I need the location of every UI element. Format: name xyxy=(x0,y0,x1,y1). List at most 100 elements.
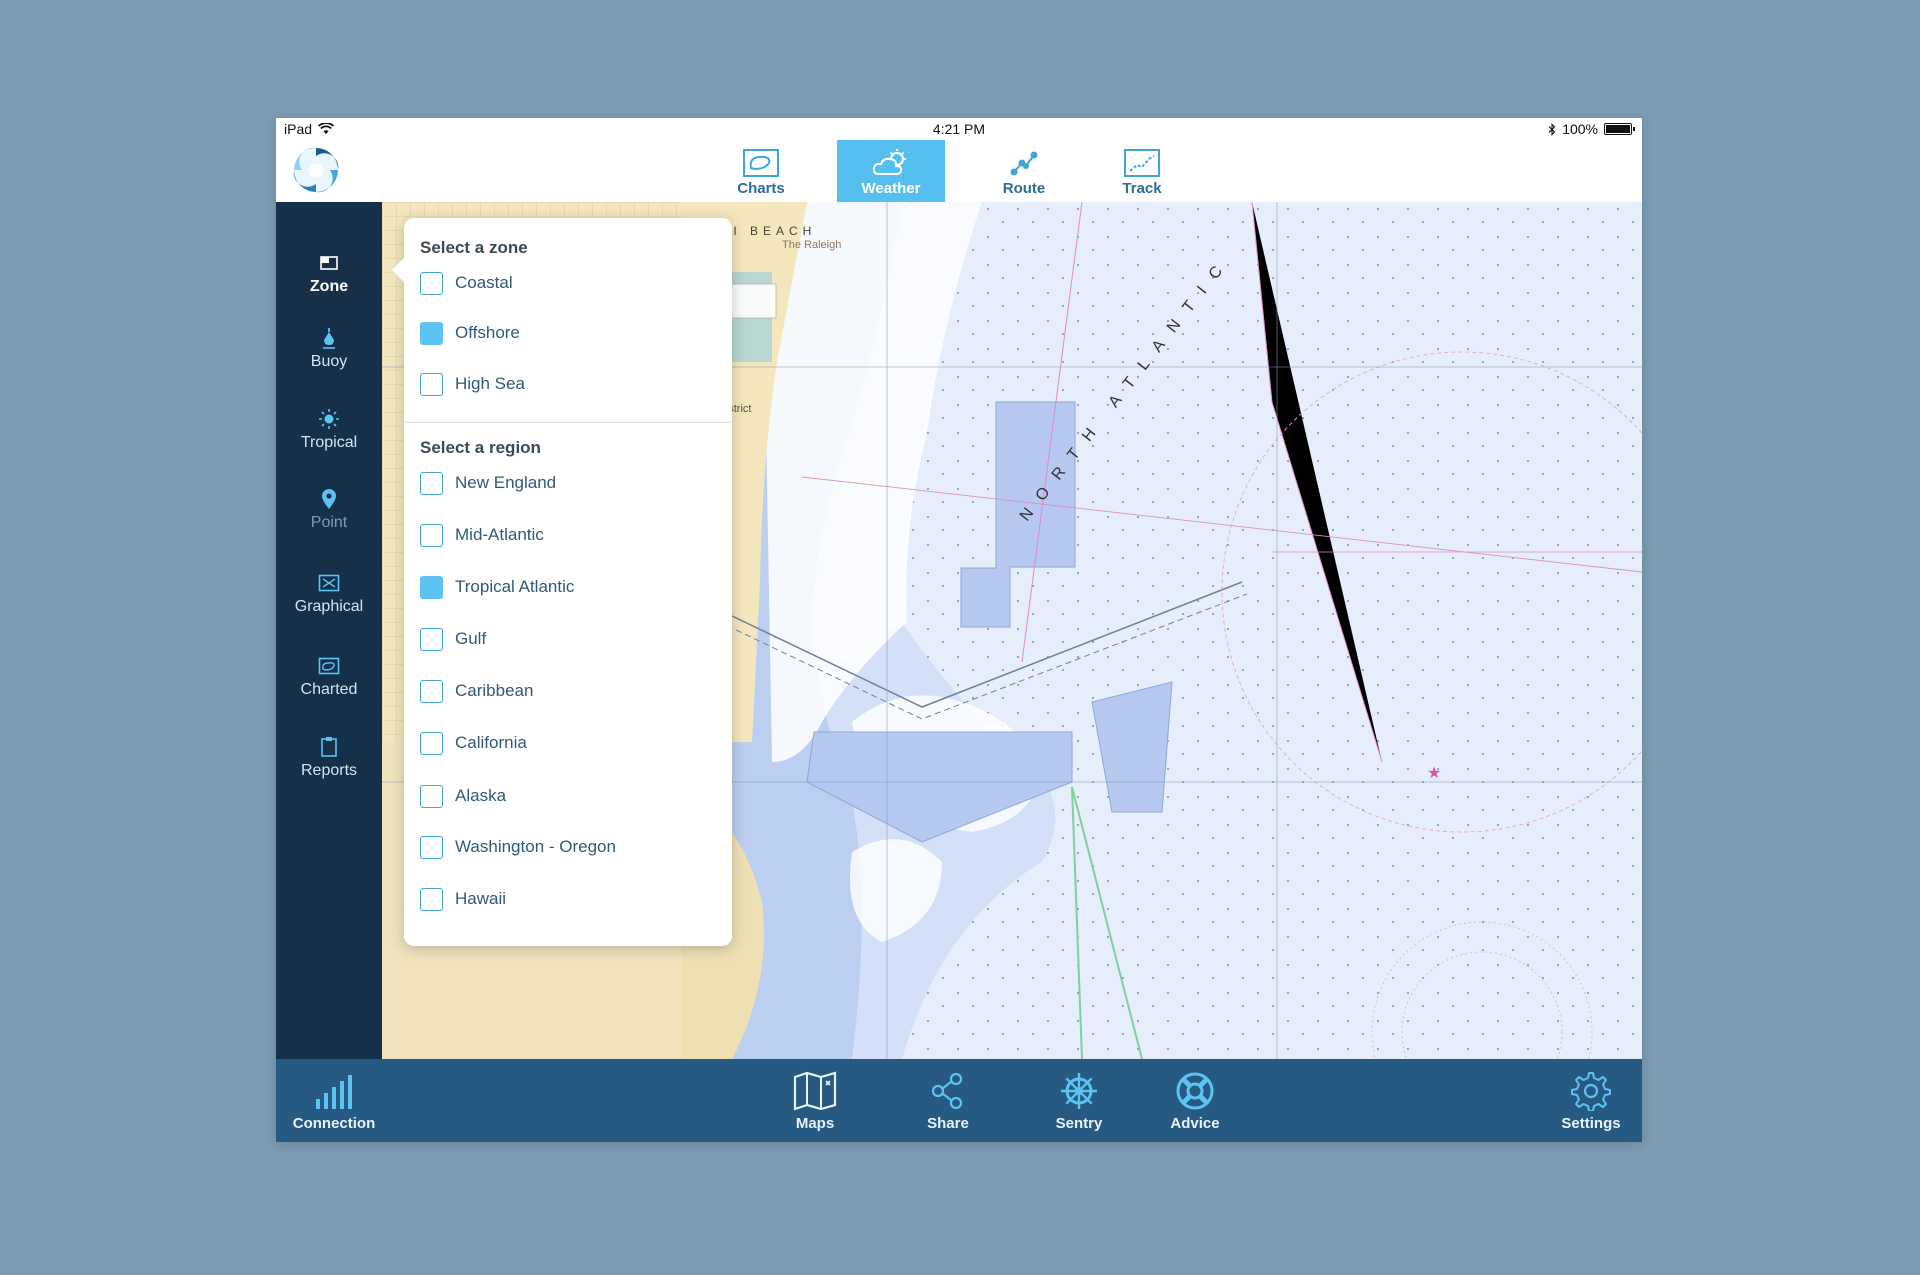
region-option-washington-oregon[interactable]: Washington - Oregon xyxy=(420,832,720,862)
maps-button[interactable]: Maps xyxy=(760,1059,870,1142)
maps-label: Maps xyxy=(795,1115,835,1132)
region-option-tropical-atlantic[interactable]: Tropical Atlantic xyxy=(420,572,720,602)
sidebar-label-charted: Charted xyxy=(300,681,358,698)
share-label: Share xyxy=(927,1115,969,1132)
option-label: Caribbean xyxy=(455,681,534,700)
checkbox[interactable] xyxy=(420,471,443,495)
sidebar-label-graphical: Graphical xyxy=(294,598,364,615)
ipad-screen: iPad 4:21 PM 100% Charts Weather Route T… xyxy=(276,118,1642,1142)
app-logo xyxy=(293,147,339,193)
advice-label: Advice xyxy=(1170,1115,1220,1132)
tab-route[interactable]: Route xyxy=(970,140,1078,202)
sentry-button[interactable]: Sentry xyxy=(1024,1059,1134,1142)
zone-region-dropdown: Select a zone Coastal Offshore High Sea … xyxy=(392,218,732,946)
route-icon xyxy=(1010,151,1038,176)
checkbox[interactable] xyxy=(420,679,443,703)
graphical-icon xyxy=(318,574,340,592)
charted-icon xyxy=(318,657,340,675)
clipboard-icon xyxy=(321,737,337,757)
zone-option-coastal[interactable]: Coastal xyxy=(420,268,720,298)
option-label: California xyxy=(455,733,527,752)
app-header: Charts Weather Route Track xyxy=(276,140,1642,202)
bottom-toolbar: Connection Maps Share Sentry Advice Sett… xyxy=(276,1059,1642,1142)
option-label: Tropical Atlantic xyxy=(455,577,575,596)
tab-route-label: Route xyxy=(1002,180,1046,197)
region-option-mid-atlantic[interactable]: Mid-Atlantic xyxy=(420,520,720,550)
battery-percent: 100% xyxy=(1562,121,1598,137)
checkbox[interactable] xyxy=(420,271,443,295)
folded-map-icon xyxy=(793,1071,837,1111)
checkbox[interactable] xyxy=(420,372,443,396)
sidebar-item-graphical[interactable]: Graphical xyxy=(276,572,382,642)
tab-weather-label: Weather xyxy=(861,180,921,197)
lifebuoy-icon xyxy=(1176,1072,1214,1110)
sidebar-label-reports: Reports xyxy=(300,762,358,779)
sidebar-item-tropical[interactable]: Tropical xyxy=(276,408,382,478)
map-label-raleigh: The Raleigh xyxy=(782,239,841,251)
zone-option-high-sea[interactable]: High Sea xyxy=(420,369,720,399)
region-option-alaska[interactable]: Alaska xyxy=(420,781,720,811)
tab-weather[interactable]: Weather xyxy=(837,140,945,202)
share-icon xyxy=(931,1072,963,1110)
sidebar-label-point: Point xyxy=(310,514,348,531)
weather-icon xyxy=(872,149,906,175)
sidebar-label-tropical: Tropical xyxy=(300,434,358,451)
battery-icon xyxy=(1604,123,1635,135)
settings-button[interactable]: Settings xyxy=(1536,1059,1642,1142)
buoy-icon xyxy=(323,328,335,349)
checkbox-checked[interactable] xyxy=(420,321,443,345)
track-icon xyxy=(1124,149,1160,177)
option-label: High Sea xyxy=(455,374,525,393)
option-label: Washington - Oregon xyxy=(455,837,616,856)
map-star-icon: ★ xyxy=(1427,765,1441,782)
tab-charts[interactable]: Charts xyxy=(707,140,815,202)
tab-track-label: Track xyxy=(1122,180,1162,197)
bluetooth-icon xyxy=(1548,122,1556,136)
sidebar-item-zone[interactable]: Zone xyxy=(276,252,382,322)
option-label: Coastal xyxy=(455,273,513,292)
checkbox[interactable] xyxy=(420,835,443,859)
sidebar-item-point[interactable]: Point xyxy=(276,488,382,558)
zone-icon xyxy=(320,256,338,270)
sidebar-item-charted[interactable]: Charted xyxy=(276,655,382,725)
region-option-hawaii[interactable]: Hawaii xyxy=(420,884,720,914)
gear-icon xyxy=(1571,1072,1611,1111)
advice-button[interactable]: Advice xyxy=(1140,1059,1250,1142)
sidebar-item-reports[interactable]: Reports xyxy=(276,736,382,806)
tab-charts-label: Charts xyxy=(737,180,785,197)
sentry-label: Sentry xyxy=(1055,1115,1103,1132)
checkbox[interactable] xyxy=(420,731,443,755)
signal-bars-icon xyxy=(316,1075,352,1109)
settings-label: Settings xyxy=(1561,1115,1621,1132)
region-option-california[interactable]: California xyxy=(420,728,720,758)
charts-icon xyxy=(743,149,779,177)
option-label: Alaska xyxy=(455,786,507,805)
region-section-title: Select a region xyxy=(420,438,541,457)
option-label: Mid-Atlantic xyxy=(455,525,544,544)
zone-section-title: Select a zone xyxy=(420,238,528,257)
status-bar: iPad 4:21 PM 100% xyxy=(276,118,1642,140)
checkbox-checked[interactable] xyxy=(420,575,443,599)
checkbox[interactable] xyxy=(420,523,443,547)
status-time: 4:21 PM xyxy=(932,121,986,137)
tab-track[interactable]: Track xyxy=(1088,140,1196,202)
ship-wheel-icon xyxy=(1061,1073,1097,1109)
connection-button[interactable]: Connection xyxy=(284,1059,384,1142)
connection-label: Connection xyxy=(292,1115,376,1132)
zone-option-offshore[interactable]: Offshore xyxy=(420,318,720,348)
region-option-gulf[interactable]: Gulf xyxy=(420,624,720,654)
section-divider xyxy=(404,422,732,423)
checkbox[interactable] xyxy=(420,627,443,651)
map-pin-icon xyxy=(322,489,336,509)
region-option-caribbean[interactable]: Caribbean xyxy=(420,676,720,706)
share-button[interactable]: Share xyxy=(893,1059,1003,1142)
checkbox[interactable] xyxy=(420,784,443,808)
weather-sidebar: Zone Buoy Tropical Point Graphical Chart… xyxy=(276,202,382,1059)
checkbox[interactable] xyxy=(420,887,443,911)
sun-icon xyxy=(319,409,339,429)
sidebar-item-buoy[interactable]: Buoy xyxy=(276,327,382,397)
option-label: Hawaii xyxy=(455,889,507,908)
sidebar-label-zone: Zone xyxy=(309,278,349,295)
region-option-new-england[interactable]: New England xyxy=(420,468,720,498)
option-label: New England xyxy=(455,473,557,492)
